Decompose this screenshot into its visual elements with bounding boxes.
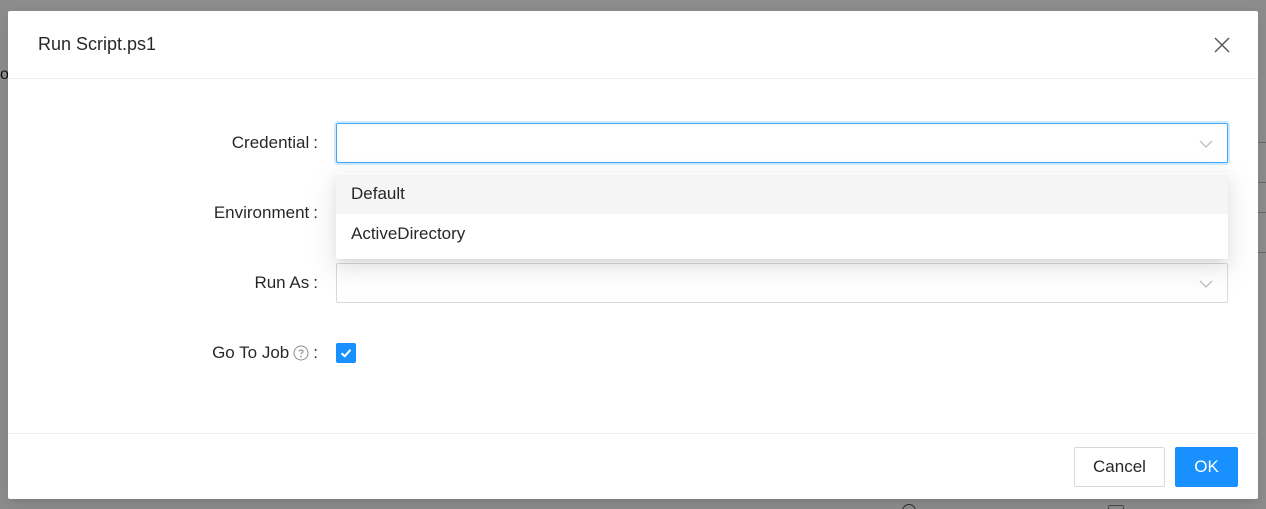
label-colon: : (313, 203, 318, 222)
cancel-button[interactable]: Cancel (1074, 447, 1165, 487)
environment-label-text: Environment (213, 203, 310, 222)
modal-header: Run Script.ps1 (8, 11, 1258, 79)
chevron-down-icon (1199, 280, 1213, 288)
credential-label: Credential: (8, 133, 326, 153)
close-button[interactable] (1212, 35, 1232, 55)
go-to-job-row: Go To Job : (8, 333, 1258, 373)
run-as-select[interactable] (336, 263, 1228, 303)
go-to-job-label-text: Go To Job (212, 343, 290, 362)
go-to-job-label: Go To Job : (8, 343, 326, 363)
label-colon: : (313, 343, 318, 362)
credential-dropdown: Default ActiveDirectory (336, 173, 1228, 259)
credential-row: Credential: (8, 123, 1258, 163)
run-as-label: Run As: (8, 273, 326, 293)
ok-button[interactable]: OK (1175, 447, 1238, 487)
modal-title: Run Script.ps1 (38, 34, 157, 54)
credential-select[interactable] (336, 123, 1228, 163)
environment-label: Environment: (8, 203, 326, 223)
dropdown-option-activedirectory[interactable]: ActiveDirectory (336, 214, 1228, 254)
chevron-down-icon (1199, 140, 1213, 148)
close-icon (1214, 37, 1230, 53)
dropdown-option-default[interactable]: Default (336, 174, 1228, 214)
label-colon: : (313, 273, 318, 292)
label-colon: : (313, 133, 318, 152)
run-as-label-text: Run As (254, 273, 310, 292)
go-to-job-checkbox[interactable] (336, 343, 356, 363)
run-as-row: Run As: (8, 263, 1258, 303)
run-script-dialog: Run Script.ps1 Credential: Environment: (8, 11, 1258, 499)
modal-footer: Cancel OK (8, 433, 1258, 499)
credential-label-text: Credential (231, 133, 310, 152)
question-circle-icon[interactable] (293, 345, 309, 361)
checkmark-icon (340, 349, 352, 358)
